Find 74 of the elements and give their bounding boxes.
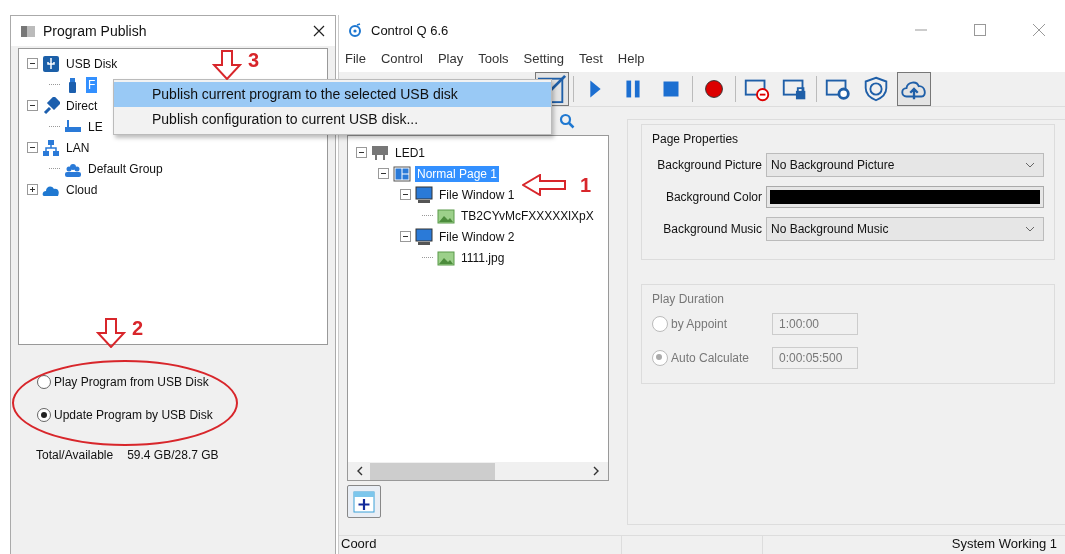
background-music-dropdown[interactable]: No Background Music xyxy=(766,217,1044,241)
annotation-number: 1 xyxy=(580,175,592,195)
tree-item[interactable]: Default Group xyxy=(86,160,165,177)
image-icon xyxy=(437,248,455,267)
window-icon xyxy=(415,227,433,246)
menu-item[interactable]: Help xyxy=(617,51,645,66)
horizontal-scrollbar[interactable] xyxy=(348,462,608,480)
window-icon xyxy=(21,25,35,37)
expander-icon[interactable] xyxy=(356,147,367,158)
expander-icon[interactable] xyxy=(378,168,389,179)
tree-item[interactable]: TB2CYvMcFXXXXXlXpX xyxy=(459,207,596,224)
scroll-right-icon[interactable] xyxy=(592,466,600,476)
tree-item[interactable]: 1111.jpg xyxy=(459,249,507,266)
tree-item[interactable]: USB Disk xyxy=(64,55,120,72)
radio-option[interactable]: Update Program by USB Disk xyxy=(37,408,213,422)
chevron-down-icon xyxy=(1025,226,1035,232)
window-title: Control Q 6.6 xyxy=(371,22,449,38)
menu-item[interactable]: File xyxy=(345,51,366,66)
app-logo-icon xyxy=(348,23,362,37)
group-title: Play Duration xyxy=(652,292,725,306)
dialog-title: Program Publish xyxy=(43,23,148,39)
toolbar-button[interactable] xyxy=(897,72,931,106)
field-label: Background Picture xyxy=(656,158,762,172)
status-coord: Coord xyxy=(339,536,622,554)
tree-item[interactable]: File Window 2 xyxy=(437,228,517,245)
cable-icon xyxy=(42,96,60,115)
maximize-icon[interactable] xyxy=(974,24,986,36)
context-menu-item[interactable]: Publish configuration to current USB disk... xyxy=(114,107,551,132)
expander-icon[interactable] xyxy=(27,184,38,195)
expander-icon[interactable] xyxy=(400,231,411,242)
expander-icon[interactable] xyxy=(27,100,38,111)
radio-option[interactable]: Play Program from USB Disk xyxy=(37,375,209,389)
tree-item[interactable]: LAN xyxy=(64,139,92,156)
radio-button[interactable] xyxy=(37,375,51,389)
field-label: Background Music xyxy=(662,222,762,236)
search-icon[interactable] xyxy=(559,113,575,129)
add-page-button[interactable] xyxy=(347,485,381,518)
annotation-number: 2 xyxy=(132,318,144,338)
expander-icon[interactable] xyxy=(400,189,411,200)
tree-item[interactable]: LE xyxy=(86,118,105,135)
lan-icon xyxy=(42,138,60,157)
chevron-down-icon xyxy=(1025,162,1035,168)
led-icon xyxy=(371,143,389,162)
menu-item[interactable]: Control xyxy=(380,51,423,66)
scroll-thumb[interactable] xyxy=(370,462,495,480)
expander-icon[interactable] xyxy=(27,142,38,153)
image-icon xyxy=(437,206,455,225)
expander-icon[interactable] xyxy=(27,58,38,69)
annotation-number: 3 xyxy=(248,50,260,70)
radio-button[interactable] xyxy=(37,408,51,422)
background-picture-dropdown[interactable]: No Background Picture xyxy=(766,153,1044,177)
capacity-value: 59.4 GB/28.7 GB xyxy=(127,448,219,462)
field-label: Background Color xyxy=(664,190,762,204)
tree-item[interactable]: Direct xyxy=(64,97,100,114)
group-title: Page Properties xyxy=(652,132,739,146)
status-text: System Working 1 xyxy=(950,536,1058,553)
tree-item[interactable]: LED1 xyxy=(393,144,428,161)
annotation-arrow xyxy=(96,318,126,348)
close-icon[interactable] xyxy=(313,25,325,37)
context-menu-item[interactable]: Publish current program to the selected USB disk xyxy=(114,82,551,107)
capacity-label: Total/Available xyxy=(36,448,114,462)
menu-item[interactable]: Setting xyxy=(523,51,564,66)
usb-icon xyxy=(42,54,60,73)
annotation-arrow xyxy=(522,174,566,196)
window-icon xyxy=(415,185,433,204)
menu-item[interactable]: Test xyxy=(579,51,603,66)
scroll-left-icon[interactable] xyxy=(356,466,364,476)
tree-item[interactable]: Cloud xyxy=(64,181,100,198)
annotation-arrow xyxy=(212,50,242,80)
menu-item[interactable]: Play xyxy=(437,51,464,66)
menu-item[interactable]: Tools xyxy=(478,51,509,66)
tree-item[interactable]: File Window 1 xyxy=(437,186,517,203)
add-page-icon xyxy=(353,490,375,513)
page-icon xyxy=(393,164,411,183)
